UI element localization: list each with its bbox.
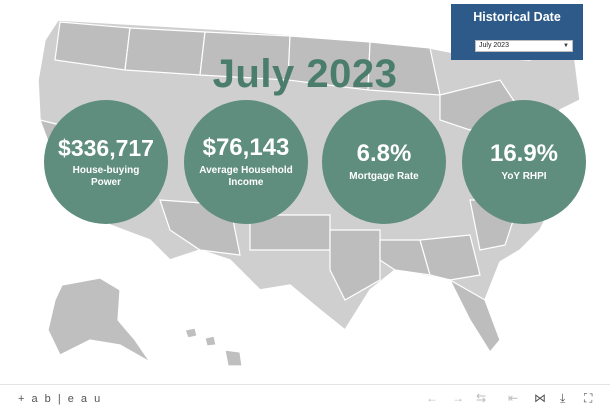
revert-icon[interactable]: ⇆	[476, 391, 486, 405]
metric-label: YoY RHPI	[501, 171, 546, 183]
house-buying-power-metric: $336,717 House-buying Power	[44, 100, 168, 224]
metric-label: House-buying Power	[73, 165, 140, 189]
download-icon[interactable]: ⤓	[560, 391, 565, 406]
metric-value: 16.9%	[489, 140, 559, 167]
filter-title: Historical Date	[473, 10, 561, 24]
metric-label-line1: Average Household	[199, 165, 293, 176]
undo-icon[interactable]: ←	[426, 391, 438, 405]
pause-icon[interactable]: ⇤	[508, 391, 518, 405]
metric-label: Average Household Income	[199, 165, 293, 189]
metric-label-line2: Income	[228, 177, 264, 188]
metric-label-line1: YoY RHPI	[501, 171, 547, 182]
date-select-value: July 2023	[479, 42, 509, 49]
metric-label-line1: Mortgage Rate	[349, 171, 419, 182]
fullscreen-icon[interactable]: ⛶	[584, 391, 592, 406]
historical-date-filter: Historical Date July 2023 ▼	[451, 4, 583, 60]
tableau-logo[interactable]: + a b | e a u	[18, 393, 102, 405]
dashboard-canvas: July 2023 $336,717 House-buying Power $7…	[0, 0, 610, 384]
share-icon[interactable]: ⋈	[534, 391, 546, 405]
metric-label-line2: Power	[90, 177, 121, 188]
metric-value: 6.8%	[356, 140, 412, 167]
tableau-toolbar: + a b | e a u ← → ⇆ ⇤ ⋈ ⤓ ⛶	[0, 384, 610, 415]
mortgage-rate-metric: 6.8% Mortgage Rate	[322, 100, 446, 224]
yoy-rhpi-metric: 16.9% YoY RHPI	[462, 100, 586, 224]
average-household-income-metric: $76,143 Average Household Income	[184, 100, 308, 224]
dropdown-arrow-icon: ▼	[563, 43, 569, 49]
metric-value: $76,143	[202, 134, 290, 161]
metric-label: Mortgage Rate	[349, 171, 418, 183]
tableau-logo-text: + a b | e a u	[18, 393, 103, 405]
redo-icon[interactable]: →	[452, 391, 464, 405]
date-select[interactable]: July 2023 ▼	[475, 40, 573, 52]
metric-label-line1: House-buying	[72, 165, 140, 176]
metric-value: $336,717	[58, 135, 154, 161]
